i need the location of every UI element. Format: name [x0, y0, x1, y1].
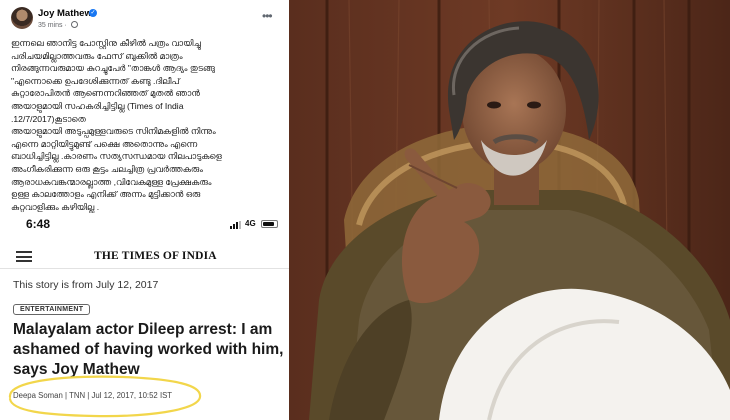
author-name[interactable]: Joy Mathew [38, 8, 92, 19]
network-label: 4G [245, 219, 256, 228]
signal-icon [230, 221, 242, 229]
man-in-brown-kurta-photo [289, 0, 730, 420]
site-title[interactable]: THE TIMES OF INDIA [94, 250, 217, 262]
ellipsis-icon[interactable]: ••• [262, 9, 273, 23]
verified-badge-icon: ✓ [89, 9, 97, 17]
status-bar: 6:48 4G [0, 213, 289, 243]
author-avatar[interactable] [11, 7, 33, 29]
globe-icon [70, 21, 78, 28]
article-byline: Deepa Soman | TNN | Jul 12, 2017, 10:52 … [13, 391, 173, 400]
site-header: THE TIMES OF INDIA [0, 243, 289, 269]
category-badge[interactable]: ENTERTAINMENT [13, 304, 91, 315]
story-date: This story is from July 12, 2017 [13, 279, 159, 291]
facebook-post: Joy Mathew ✓ 35 mins · ••• ഇന്നലെ ഞാനിട്… [0, 0, 289, 213]
post-time[interactable]: 35 mins [38, 22, 63, 29]
hamburger-menu-icon[interactable] [16, 251, 32, 262]
post-text: ഇന്നലെ ഞാനിട്ട പോസ്റ്റിനു കീഴിൽ പത്രം വാ… [11, 38, 222, 212]
news-composite: Joy Mathew ✓ 35 mins · ••• ഇന്നലെ ഞാനിട്… [0, 0, 289, 420]
phone-screenshot: 6:48 4G THE TIMES OF INDIA This story is… [0, 213, 289, 420]
post-meta: 35 mins · [38, 21, 78, 29]
status-time: 6:48 [26, 217, 51, 231]
battery-icon [261, 220, 278, 228]
